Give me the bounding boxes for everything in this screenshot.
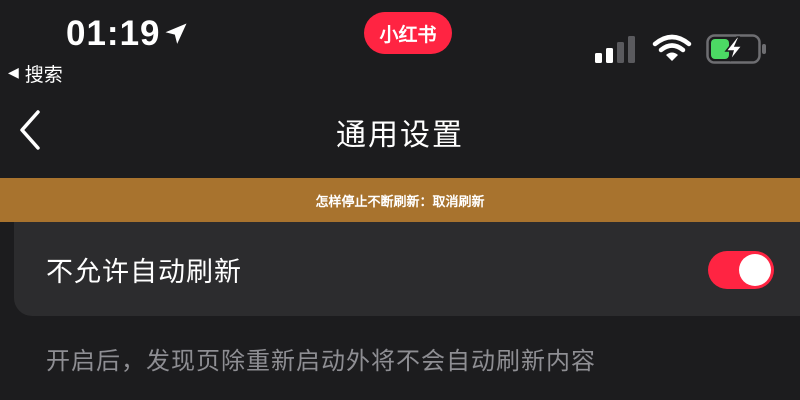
wifi-icon — [652, 34, 692, 61]
page-title: 通用设置 — [336, 118, 464, 153]
back-to-search-label: 搜索 — [24, 63, 63, 86]
app-badge: 小红书 — [364, 12, 452, 54]
nav-bar: 通用设置 — [0, 92, 800, 172]
status-bar: 01:19 小红书 — [0, 0, 800, 64]
tip-banner: 怎样停止不断刷新：取消刷新 — [0, 178, 800, 222]
battery-charging-icon — [706, 34, 766, 64]
setting-description: 开启后，发现页除重新启动外将不会自动刷新内容 — [46, 347, 596, 375]
location-arrow-icon — [165, 23, 187, 44]
auto-refresh-toggle[interactable] — [708, 251, 774, 289]
settings-card: 不允许自动刷新 — [14, 222, 800, 316]
auto-refresh-label: 不允许自动刷新 — [46, 257, 242, 288]
back-triangle-icon: ◀ — [8, 65, 19, 81]
toggle-knob — [739, 254, 771, 286]
status-time: 01:19 — [66, 14, 161, 53]
back-to-search-link[interactable]: ◀ 搜索 — [8, 60, 63, 86]
signal-icon — [595, 36, 635, 63]
